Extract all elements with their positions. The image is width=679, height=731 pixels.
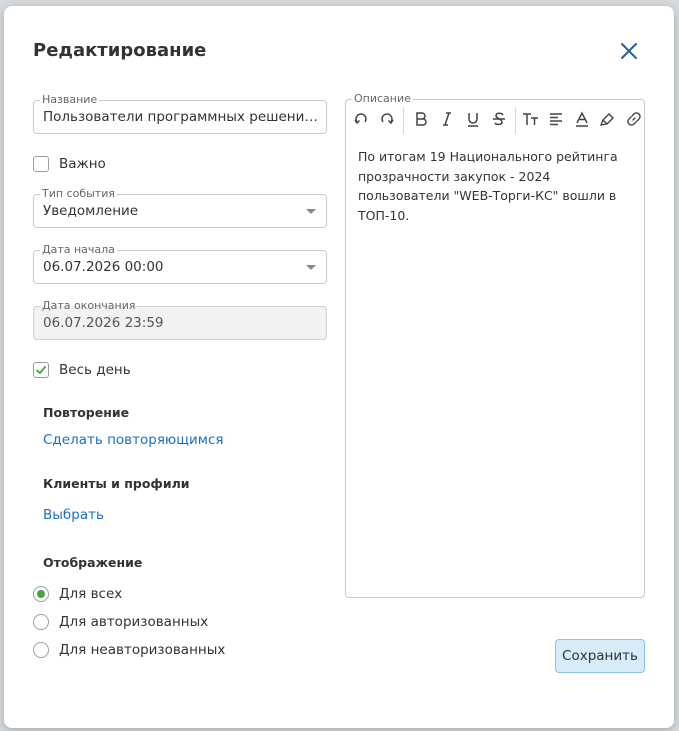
strikethrough-icon[interactable] bbox=[488, 108, 510, 130]
event-type-select[interactable]: Тип события Уведомление bbox=[33, 187, 327, 228]
start-date-field[interactable]: Дата начала 06.07.2026 00:00 bbox=[33, 243, 327, 284]
redo-icon[interactable] bbox=[376, 108, 398, 130]
undo-icon[interactable] bbox=[350, 108, 372, 130]
highlight-icon[interactable] bbox=[597, 108, 619, 130]
name-field-label: Название bbox=[40, 93, 100, 107]
italic-icon[interactable] bbox=[436, 108, 458, 130]
select-clients-link[interactable]: Выбрать bbox=[43, 507, 104, 523]
checkmark-icon bbox=[36, 366, 46, 374]
important-checkbox[interactable] bbox=[33, 156, 49, 172]
event-type-value: Уведомление bbox=[43, 203, 139, 219]
make-recurring-link[interactable]: Сделать повторяющимся bbox=[43, 432, 224, 448]
all-day-checkbox[interactable] bbox=[33, 362, 49, 378]
important-label: Важно bbox=[59, 156, 106, 172]
close-icon[interactable] bbox=[617, 39, 641, 63]
radio-for-authorized-label: Для авторизованных bbox=[59, 614, 209, 630]
radio-for-unauthorized-label: Для неавторизованных bbox=[59, 642, 226, 658]
all-day-label: Весь день bbox=[59, 362, 131, 378]
link-icon[interactable] bbox=[623, 108, 645, 130]
start-date-label: Дата начала bbox=[40, 243, 117, 257]
end-date-value: 06.07.2026 23:59 bbox=[43, 315, 164, 331]
clients-heading: Клиенты и профили bbox=[43, 476, 190, 491]
description-text[interactable]: По итогам 19 Национального рейтинга проз… bbox=[358, 147, 634, 225]
end-date-label: Дата окончания bbox=[40, 299, 138, 313]
chevron-down-icon[interactable] bbox=[306, 265, 316, 270]
radio-for-all[interactable] bbox=[33, 586, 49, 602]
event-type-label: Тип события bbox=[40, 187, 117, 201]
name-field-value[interactable]: Пользователи программных решений "К... bbox=[43, 109, 319, 125]
display-heading: Отображение bbox=[43, 555, 143, 570]
radio-for-unauthorized[interactable] bbox=[33, 642, 49, 658]
description-editor: Описание По итогам 19 Национального рейт… bbox=[345, 92, 645, 598]
toolbar-separator bbox=[403, 108, 404, 134]
underline-icon[interactable] bbox=[462, 108, 484, 130]
radio-for-authorized[interactable] bbox=[33, 614, 49, 630]
save-button[interactable]: Сохранить bbox=[555, 639, 645, 673]
start-date-value: 06.07.2026 00:00 bbox=[43, 259, 164, 275]
radio-for-all-label: Для всех bbox=[59, 586, 123, 602]
chevron-down-icon[interactable] bbox=[306, 209, 316, 214]
end-date-field: Дата окончания 06.07.2026 23:59 bbox=[33, 299, 327, 340]
align-icon[interactable] bbox=[545, 108, 567, 130]
text-size-icon[interactable] bbox=[520, 108, 542, 130]
description-label: Описание bbox=[352, 92, 413, 106]
bold-icon[interactable] bbox=[410, 108, 432, 130]
dialog-title: Редактирование bbox=[33, 40, 207, 61]
font-color-icon[interactable] bbox=[571, 108, 593, 130]
editor-toolbar bbox=[350, 108, 641, 134]
repeat-heading: Повторение bbox=[43, 405, 130, 420]
edit-dialog: Редактирование Название Пользователи про… bbox=[4, 6, 674, 728]
name-field[interactable]: Название Пользователи программных решени… bbox=[33, 93, 327, 134]
toolbar-separator bbox=[515, 108, 516, 134]
